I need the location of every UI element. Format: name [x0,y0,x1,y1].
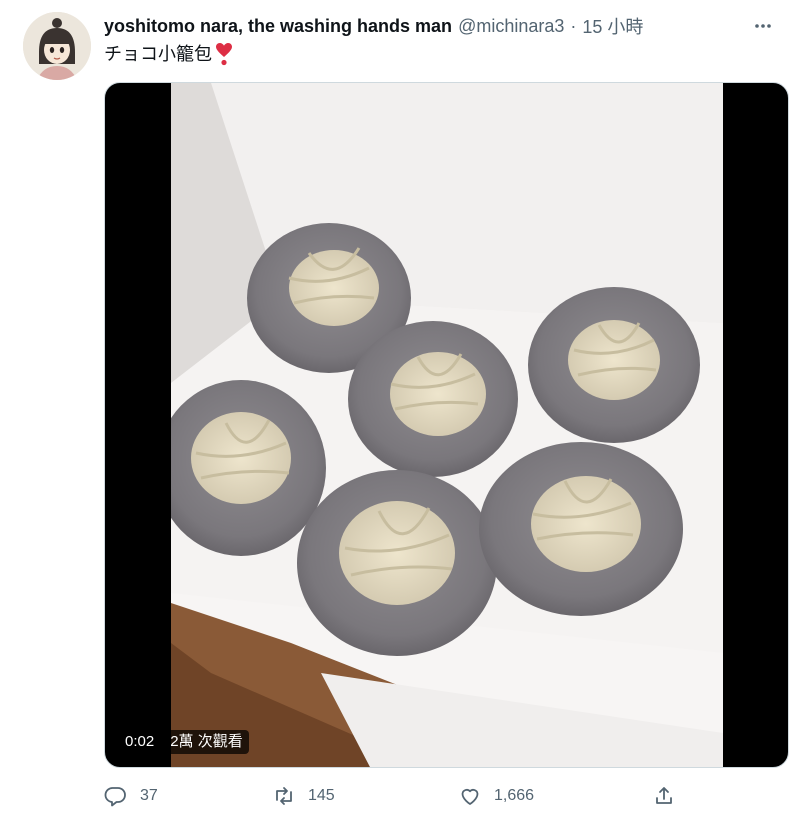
header-separator: · [570,15,577,36]
like-button[interactable]: 1,666 [458,784,534,808]
video-view-count: 2萬 次觀看 [164,730,249,754]
author-display-name[interactable]: yoshitomo nara, the washing hands man [104,16,452,37]
more-horizontal-icon [755,24,771,28]
tweet-body: チョコ小籠包 [104,41,233,67]
reply-button[interactable]: 37 [104,784,158,808]
heart-outline-icon [461,788,479,805]
share-button[interactable] [652,784,676,808]
video-elapsed-time: 0:02 [119,730,161,754]
more-options-button[interactable] [749,12,777,40]
retweet-count: 145 [308,787,335,804]
author-avatar[interactable] [23,12,91,80]
avatar-illustration [23,12,91,80]
share-icon [656,787,672,804]
reply-count: 37 [140,787,158,804]
heavy-heart-exclamation-icon [215,42,233,66]
video-frame-dumplings [171,83,723,767]
author-handle[interactable]: @michinara3 [458,16,564,37]
tweet-header: yoshitomo nara, the washing hands man @m… [104,14,777,38]
like-count: 1,666 [494,787,535,804]
video-player[interactable]: 0:02 2萬 次觀看 [104,82,789,768]
tweet-timestamp[interactable]: 15 小時 [582,13,643,39]
tweet-text: チョコ小籠包 [104,44,212,64]
retweet-icon [276,787,292,805]
video-overlay: 0:02 2萬 次觀看 [119,730,249,754]
reply-icon [104,787,126,807]
tweet-actions: 37 145 1,666 [104,780,684,812]
retweet-button[interactable]: 145 [272,784,335,808]
